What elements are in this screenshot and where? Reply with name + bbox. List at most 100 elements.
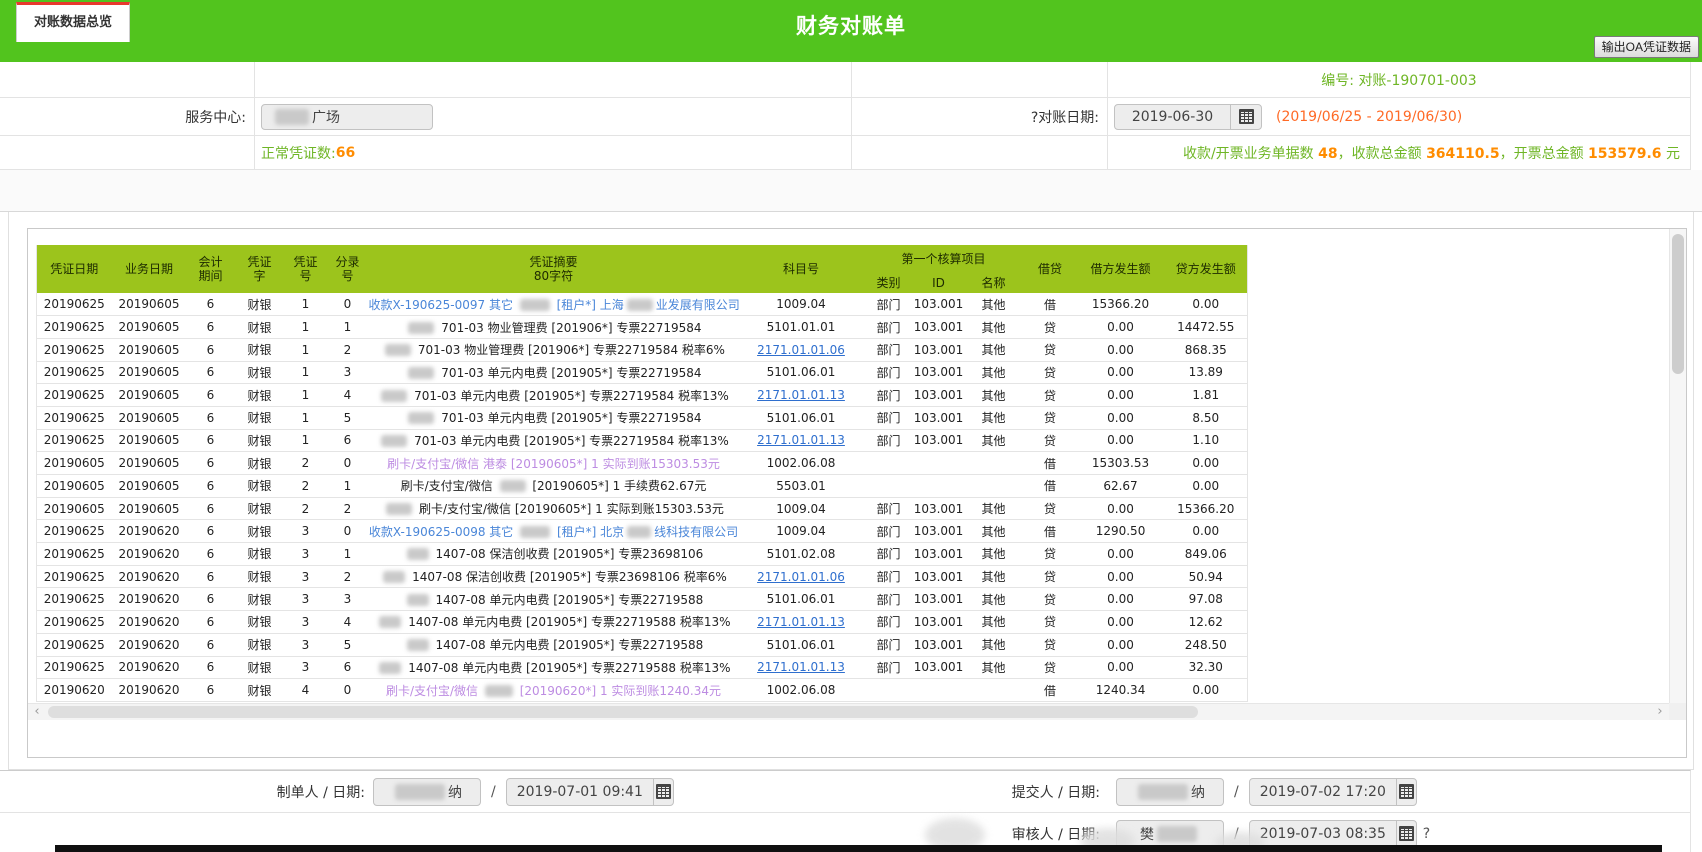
debit-amount-cell: 1240.34 xyxy=(1077,679,1165,702)
voucher-no-cell: 1 xyxy=(285,384,327,407)
page-title: 财务对账单 xyxy=(0,0,1702,38)
header-item-name: 名称 xyxy=(964,273,1024,293)
service-center-field[interactable]: 广场 xyxy=(261,104,433,130)
item-id-cell: 103.001 xyxy=(914,293,964,316)
item-name-cell: 其他 xyxy=(964,361,1024,384)
period-cell: 6 xyxy=(187,361,235,384)
calendar-button[interactable] xyxy=(1231,105,1261,129)
redacted-text xyxy=(1157,826,1197,842)
item-id-cell: 103.001 xyxy=(914,384,964,407)
vertical-scrollbar[interactable] xyxy=(1669,229,1686,703)
voucher-summary-cell: 1407-08 保洁创收费 [201905*] 专票23698106 xyxy=(369,543,739,566)
business-date-cell: 20190620 xyxy=(112,633,187,656)
scroll-left-arrow-icon[interactable]: ‹ xyxy=(30,704,44,720)
debit-credit-cell: 贷 xyxy=(1024,316,1077,339)
voucher-no-cell: 3 xyxy=(285,543,327,566)
voucher-summary-cell[interactable]: 收款X-190625-0097 其它 [租户*] 上海业发展有限公司 xyxy=(369,293,739,316)
normal-voucher-cell: 正常凭证数:66 xyxy=(255,136,852,170)
category-cell: 部门 xyxy=(864,611,914,634)
item-name-cell: 其他 xyxy=(964,611,1024,634)
category-cell: 部门 xyxy=(864,565,914,588)
account-code-link[interactable]: 2171.01.01.13 xyxy=(757,433,845,447)
vertical-scrollbar-thumb[interactable] xyxy=(1672,234,1684,374)
credit-amount-cell: 0.00 xyxy=(1165,475,1248,498)
table-scroll-container: 凭证日期 业务日期 会计期间 凭证字 凭证号 分录号 凭证摘要 80字符 科目号… xyxy=(27,228,1687,758)
table-row: 20190605201906056财银22 刷卡/支付宝/微信 [2019060… xyxy=(37,497,1248,520)
voucher-date-cell: 20190625 xyxy=(37,384,112,407)
voucher-word-cell: 财银 xyxy=(235,316,285,339)
voucher-summary-cell: 1407-08 单元内电费 [201905*] 专票22719588 xyxy=(369,588,739,611)
period-cell: 6 xyxy=(187,520,235,543)
horizontal-scrollbar[interactable]: ‹ › xyxy=(28,703,1669,720)
debit-amount-cell: 15303.53 xyxy=(1077,452,1165,475)
business-date-cell: 20190620 xyxy=(112,656,187,679)
scroll-right-arrow-icon[interactable]: › xyxy=(1653,704,1667,720)
category-cell: 部门 xyxy=(864,293,914,316)
service-center-label-cell: 服务中心: xyxy=(0,98,255,136)
entry-no-cell: 4 xyxy=(327,611,369,634)
category-cell xyxy=(864,679,914,702)
financial-reconciliation-page: 财务对账单 输出OA凭证数据 编号: 对账-190701-003 服务中心: 广… xyxy=(0,0,1702,852)
reconcile-date-field[interactable]: 2019-06-30 xyxy=(1114,104,1262,130)
redacted-text xyxy=(383,571,405,583)
item-name-cell: 其他 xyxy=(964,406,1024,429)
account-code-cell: 1009.04 xyxy=(739,520,864,543)
item-id-cell: 103.001 xyxy=(914,656,964,679)
account-code-link[interactable]: 2171.01.01.13 xyxy=(757,388,845,402)
voucher-word-cell: 财银 xyxy=(235,611,285,634)
item-name-cell: 其他 xyxy=(964,633,1024,656)
calendar-button[interactable] xyxy=(654,779,673,805)
maker-date-field[interactable]: 2019-07-01 09:41 xyxy=(506,778,674,806)
business-date-cell: 20190605 xyxy=(112,406,187,429)
entry-no-cell: 0 xyxy=(327,520,369,543)
category-cell: 部门 xyxy=(864,406,914,429)
voucher-no-cell: 4 xyxy=(285,679,327,702)
debit-amount-cell: 0.00 xyxy=(1077,611,1165,634)
account-code-cell: 5503.01 xyxy=(739,475,864,498)
period-cell: 6 xyxy=(187,293,235,316)
business-date-cell: 20190620 xyxy=(112,520,187,543)
voucher-date-cell: 20190625 xyxy=(37,361,112,384)
credit-amount-cell: 0.00 xyxy=(1165,293,1248,316)
account-code-cell: 1009.04 xyxy=(739,293,864,316)
debit-amount-cell: 1290.50 xyxy=(1077,520,1165,543)
item-name-cell: 其他 xyxy=(964,384,1024,407)
header-debit-credit: 借贷 xyxy=(1024,245,1077,293)
entry-no-cell: 6 xyxy=(327,656,369,679)
voucher-no-cell: 2 xyxy=(285,452,327,475)
voucher-word-cell: 财银 xyxy=(235,429,285,452)
maker-name-field[interactable]: 纳 xyxy=(373,778,481,806)
account-code-link[interactable]: 2171.01.01.13 xyxy=(757,660,845,674)
business-date-cell: 20190605 xyxy=(112,475,187,498)
submitter-date-field[interactable]: 2019-07-02 17:20 xyxy=(1249,778,1417,806)
voucher-table: 凭证日期 业务日期 会计期间 凭证字 凭证号 分录号 凭证摘要 80字符 科目号… xyxy=(36,245,1248,702)
debit-credit-cell: 借 xyxy=(1024,475,1077,498)
voucher-summary-cell[interactable]: 收款X-190625-0098 其它 [租户*] 北京线科技有限公司 xyxy=(369,520,739,543)
tab-reconcile-data-overview[interactable]: 对账数据总览 xyxy=(16,2,130,42)
horizontal-scrollbar-thumb[interactable] xyxy=(48,706,1198,718)
credit-amount-cell: 0.00 xyxy=(1165,679,1248,702)
maker-label: 制单人 / 日期: xyxy=(255,782,365,802)
account-code-link[interactable]: 2171.01.01.06 xyxy=(757,343,845,357)
account-code-link[interactable]: 2171.01.01.13 xyxy=(757,615,845,629)
period-cell: 6 xyxy=(187,338,235,361)
header-accounting-item-group: 第一个核算项目 xyxy=(864,245,1024,273)
calendar-button[interactable] xyxy=(1397,779,1416,805)
debit-amount-cell: 0.00 xyxy=(1077,338,1165,361)
account-code-cell: 2171.01.01.13 xyxy=(739,656,864,679)
export-oa-voucher-button[interactable]: 输出OA凭证数据 xyxy=(1594,36,1699,58)
debit-credit-cell: 贷 xyxy=(1024,656,1077,679)
table-row: 20190605201906056财银21刷卡/支付宝/微信 [20190605… xyxy=(37,475,1248,498)
item-id-cell xyxy=(914,452,964,475)
credit-amount-cell: 248.50 xyxy=(1165,633,1248,656)
account-code-link[interactable]: 2171.01.01.06 xyxy=(757,570,845,584)
entry-no-cell: 3 xyxy=(327,361,369,384)
service-center-label: 服务中心: xyxy=(0,107,254,127)
submitter-name-field[interactable]: 纳 xyxy=(1116,778,1224,806)
item-id-cell: 103.001 xyxy=(914,565,964,588)
voucher-summary-cell: 1407-08 单元内电费 [201905*] 专票22719588 税率13% xyxy=(369,656,739,679)
auditor-date-field[interactable]: 2019-07-03 08:35 xyxy=(1249,820,1417,848)
entry-no-cell: 6 xyxy=(327,429,369,452)
calendar-button[interactable] xyxy=(1397,821,1416,847)
normal-voucher-label: 正常凭证数: xyxy=(261,143,336,163)
